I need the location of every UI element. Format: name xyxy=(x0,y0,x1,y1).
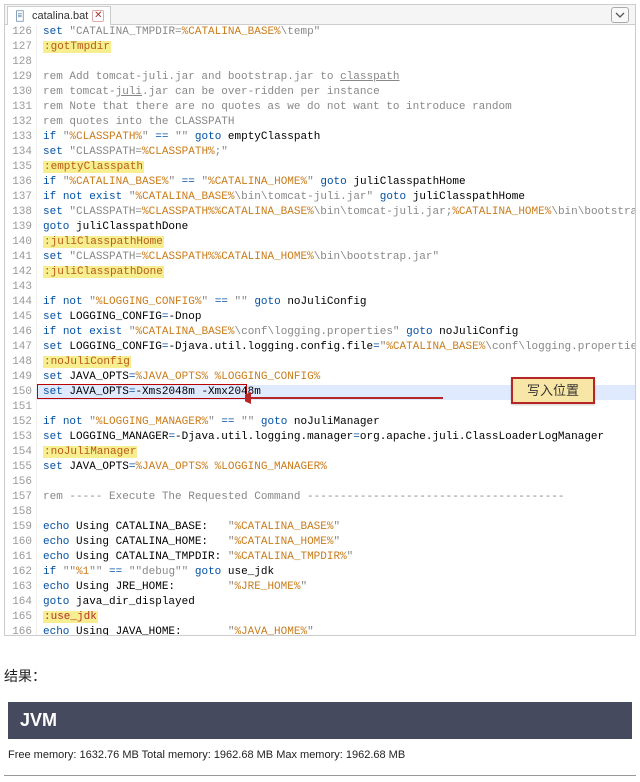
code-line[interactable]: rem Note that there are no quotes as we … xyxy=(43,100,635,115)
code-line[interactable]: :use_jdk xyxy=(43,610,635,625)
line-number: 127 xyxy=(5,40,32,55)
code-line[interactable]: if not "%LOGGING_MANAGER%" == "" goto no… xyxy=(43,415,635,430)
code-line[interactable]: set "CATALINA_TMPDIR=%CATALINA_BASE%\tem… xyxy=(43,25,635,40)
line-number: 166 xyxy=(5,625,32,635)
file-icon xyxy=(14,9,28,23)
line-number-gutter: 1261271281291301311321331341351361371381… xyxy=(5,25,37,635)
toolbar-menu-button[interactable] xyxy=(611,7,629,23)
code-line[interactable] xyxy=(43,55,635,70)
code-line[interactable]: if "%CLASSPATH%" == "" goto emptyClasspa… xyxy=(43,130,635,145)
editor-window: catalina.bat ✕ 1261271281291301311321331… xyxy=(4,4,636,636)
line-number: 134 xyxy=(5,145,32,160)
code-lines[interactable]: set "CATALINA_TMPDIR=%CATALINA_BASE%\tem… xyxy=(37,25,635,635)
jvm-stats: Free memory: 1632.76 MB Total memory: 19… xyxy=(4,743,636,767)
line-number: 136 xyxy=(5,175,32,190)
code-line[interactable]: if not exist "%CATALINA_BASE%\bin\tomcat… xyxy=(43,190,635,205)
jvm-title-bar: JVM xyxy=(8,702,632,739)
line-number: 150 xyxy=(5,385,32,400)
code-line[interactable]: goto java_dir_displayed xyxy=(43,595,635,610)
line-number: 148 xyxy=(5,355,32,370)
code-line[interactable] xyxy=(43,280,635,295)
line-number: 144 xyxy=(5,295,32,310)
line-number: 146 xyxy=(5,325,32,340)
line-number: 132 xyxy=(5,115,32,130)
line-number: 152 xyxy=(5,415,32,430)
line-number: 142 xyxy=(5,265,32,280)
code-line[interactable]: set "CLASSPATH=%CLASSPATH%%CATALINA_HOME… xyxy=(43,250,635,265)
code-line[interactable]: echo Using JAVA_HOME: "%JAVA_HOME%" xyxy=(43,625,635,635)
code-line[interactable]: :emptyClasspath xyxy=(43,160,635,175)
code-line[interactable]: echo Using JRE_HOME: "%JRE_HOME%" xyxy=(43,580,635,595)
code-line[interactable] xyxy=(43,505,635,520)
line-number: 165 xyxy=(5,610,32,625)
line-number: 129 xyxy=(5,70,32,85)
line-number: 133 xyxy=(5,130,32,145)
line-number: 135 xyxy=(5,160,32,175)
code-line[interactable]: if not "%LOGGING_CONFIG%" == "" goto noJ… xyxy=(43,295,635,310)
arrow-icon xyxy=(245,390,445,414)
tab-bar: catalina.bat ✕ xyxy=(5,5,635,25)
code-line[interactable]: :gotTmpdir xyxy=(43,40,635,55)
code-line[interactable]: echo Using CATALINA_HOME: "%CATALINA_HOM… xyxy=(43,535,635,550)
code-line[interactable]: set LOGGING_CONFIG=-Dnop xyxy=(43,310,635,325)
code-line[interactable]: set JAVA_OPTS=%JAVA_OPTS% %LOGGING_MANAG… xyxy=(43,460,635,475)
code-line[interactable]: if ""%1"" == ""debug"" goto use_jdk xyxy=(43,565,635,580)
line-number: 138 xyxy=(5,205,32,220)
line-number: 158 xyxy=(5,505,32,520)
line-number: 141 xyxy=(5,250,32,265)
code-line[interactable]: set LOGGING_MANAGER=-Djava.util.logging.… xyxy=(43,430,635,445)
line-number: 154 xyxy=(5,445,32,460)
callout-label: 写入位置 xyxy=(511,377,595,404)
line-number: 163 xyxy=(5,580,32,595)
chevron-down-icon xyxy=(615,10,625,20)
result-label: 结果： xyxy=(4,666,636,686)
line-number: 151 xyxy=(5,400,32,415)
tab-catalina-bat[interactable]: catalina.bat ✕ xyxy=(7,6,111,25)
code-line[interactable]: set "CLASSPATH=%CLASSPATH%%CATALINA_BASE… xyxy=(43,205,635,220)
line-number: 161 xyxy=(5,550,32,565)
code-line[interactable]: echo Using CATALINA_TMPDIR: "%CATALINA_T… xyxy=(43,550,635,565)
code-line[interactable]: rem Add tomcat-juli.jar and bootstrap.ja… xyxy=(43,70,635,85)
code-line[interactable]: goto juliClasspathDone xyxy=(43,220,635,235)
line-number: 128 xyxy=(5,55,32,70)
code-line[interactable]: :noJuliManager xyxy=(43,445,635,460)
code-line[interactable]: rem tomcat-juli.jar can be over-ridden p… xyxy=(43,85,635,100)
line-number: 145 xyxy=(5,310,32,325)
code-line[interactable]: :juliClasspathHome xyxy=(43,235,635,250)
divider xyxy=(4,775,636,776)
close-icon[interactable]: ✕ xyxy=(92,10,104,22)
line-number: 159 xyxy=(5,520,32,535)
code-line[interactable]: echo Using CATALINA_BASE: "%CATALINA_BAS… xyxy=(43,520,635,535)
line-number: 157 xyxy=(5,490,32,505)
code-area[interactable]: 1261271281291301311321331341351361371381… xyxy=(5,25,635,635)
below-section: 结果： JVM Free memory: 1632.76 MB Total me… xyxy=(4,666,636,767)
code-line[interactable]: set "CLASSPATH=%CLASSPATH%;" xyxy=(43,145,635,160)
code-line[interactable]: set LOGGING_CONFIG=-Djava.util.logging.c… xyxy=(43,340,635,355)
code-line[interactable] xyxy=(43,475,635,490)
line-number: 130 xyxy=(5,85,32,100)
code-line[interactable]: if "%CATALINA_BASE%" == "%CATALINA_HOME%… xyxy=(43,175,635,190)
line-number: 137 xyxy=(5,190,32,205)
code-line[interactable]: if not exist "%CATALINA_BASE%\conf\loggi… xyxy=(43,325,635,340)
line-number: 149 xyxy=(5,370,32,385)
line-number: 131 xyxy=(5,100,32,115)
line-number: 126 xyxy=(5,25,32,40)
code-line[interactable]: rem quotes into the CLASSPATH xyxy=(43,115,635,130)
line-number: 155 xyxy=(5,460,32,475)
line-number: 139 xyxy=(5,220,32,235)
tab-label: catalina.bat xyxy=(32,10,88,22)
line-number: 147 xyxy=(5,340,32,355)
line-number: 164 xyxy=(5,595,32,610)
code-line[interactable]: :noJuliConfig xyxy=(43,355,635,370)
code-line[interactable]: rem ----- Execute The Requested Command … xyxy=(43,490,635,505)
line-number: 153 xyxy=(5,430,32,445)
callout-box: 写入位置 xyxy=(511,377,595,404)
line-number: 140 xyxy=(5,235,32,250)
line-number: 162 xyxy=(5,565,32,580)
line-number: 143 xyxy=(5,280,32,295)
line-number: 160 xyxy=(5,535,32,550)
line-number: 156 xyxy=(5,475,32,490)
code-line[interactable]: :juliClasspathDone xyxy=(43,265,635,280)
